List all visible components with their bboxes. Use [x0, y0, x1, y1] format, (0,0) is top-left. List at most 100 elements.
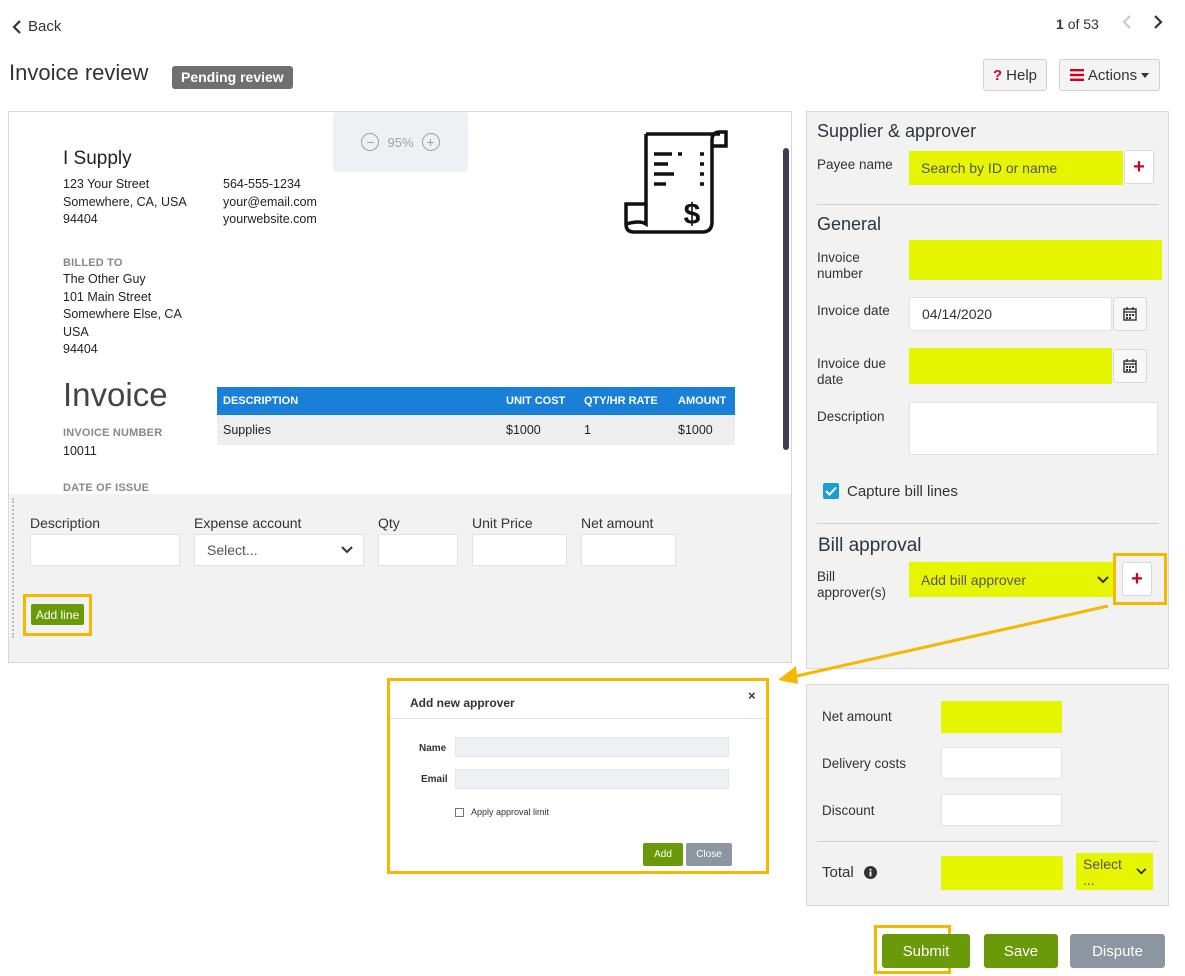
billed-to-label: BILLED TO: [63, 257, 123, 269]
discount-label: Discount: [822, 803, 875, 818]
bill-approver-select[interactable]: Add bill approver: [909, 562, 1115, 597]
net-amount-column-label: Net amount: [581, 515, 654, 531]
bill-approver-placeholder: Add bill approver: [921, 571, 1027, 588]
menu-icon: [1069, 69, 1084, 81]
add-approver-button[interactable]: +: [1122, 562, 1152, 596]
net-amount-label: Net amount: [822, 709, 892, 724]
line-unit-price-input[interactable]: [472, 534, 567, 566]
bill-approval-section-title: Bill approval: [818, 535, 922, 556]
question-icon: ?: [992, 66, 1003, 84]
invoice-date-input[interactable]: 04/14/2020: [909, 297, 1112, 331]
resize-handle[interactable]: [12, 498, 18, 638]
supplier-contact: 564-555-1234 your@email.com yourwebsite.…: [223, 177, 317, 226]
divider: [817, 204, 1158, 205]
net-amount-input[interactable]: [941, 701, 1062, 733]
receipt-icon: $: [624, 130, 728, 234]
invoice-number-input[interactable]: [909, 240, 1162, 280]
page-title: Invoice review: [9, 60, 149, 85]
zoom-level: 95%: [387, 134, 414, 150]
approver-name-input[interactable]: [455, 737, 729, 757]
invoice-number-label: INVOICE NUMBER: [63, 427, 163, 439]
bill-approvers-label: Bill approver(s): [817, 569, 887, 600]
help-label: Help: [1006, 66, 1038, 84]
plus-icon: +: [1131, 567, 1143, 590]
total-label-group: Total: [822, 864, 877, 881]
back-link[interactable]: Back: [12, 18, 61, 35]
modal-close-button[interactable]: Close: [686, 843, 732, 866]
invoice-due-date-input[interactable]: [909, 348, 1112, 384]
capture-lines-checkbox[interactable]: [823, 483, 839, 499]
calendar-icon: [1123, 359, 1137, 373]
expense-account-select[interactable]: Select...: [194, 534, 364, 566]
modal-add-button[interactable]: Add: [643, 843, 683, 866]
description-textarea[interactable]: [909, 402, 1158, 455]
zoom-control: − 95% +: [333, 112, 468, 172]
plus-icon: +: [1133, 155, 1145, 178]
actions-label: Actions: [1087, 66, 1138, 84]
caret-down-icon: [1141, 72, 1150, 78]
table-header: UNIT COST: [500, 387, 578, 415]
pager-prev-button[interactable]: [1122, 14, 1132, 35]
total-input[interactable]: [941, 856, 1063, 890]
due-date-picker-button[interactable]: [1113, 349, 1147, 383]
add-line-button[interactable]: Add line: [31, 604, 84, 625]
date-of-issue-label: DATE OF ISSUE: [63, 482, 150, 494]
actions-button[interactable]: Actions: [1059, 59, 1160, 91]
delivery-costs-label: Delivery costs: [822, 756, 907, 771]
viewer-scrollbar[interactable]: [783, 148, 789, 450]
table-cell: Supplies: [217, 415, 500, 445]
approver-email-input[interactable]: [455, 769, 729, 789]
chevron-down-icon: [1136, 868, 1147, 875]
table-cell: 1: [578, 415, 672, 445]
expense-account-placeholder: Select...: [207, 542, 258, 558]
supplier-address: 123 Your Street Somewhere, CA, USA 94404: [63, 177, 187, 226]
discount-input[interactable]: [941, 794, 1062, 826]
expense-account-column-label: Expense account: [194, 515, 302, 531]
back-label: Back: [28, 18, 62, 35]
close-icon[interactable]: ×: [748, 688, 756, 703]
chevron-left-icon: [12, 19, 21, 34]
help-button[interactable]: ? Help: [983, 59, 1047, 91]
capture-lines-label: Capture bill lines: [847, 483, 958, 500]
total-label: Total: [822, 864, 854, 881]
invoice-due-date-label: Invoice due date: [817, 356, 887, 387]
line-description-input[interactable]: [30, 534, 180, 566]
zoom-out-button[interactable]: −: [361, 133, 380, 151]
chevron-down-icon: [1097, 575, 1109, 583]
checkmark-icon: [825, 486, 837, 496]
description-field-label: Description: [817, 409, 885, 424]
pager-next-button[interactable]: [1153, 14, 1163, 35]
zoom-in-button[interactable]: +: [421, 133, 440, 151]
chevron-right-icon: [1154, 15, 1163, 29]
submit-button[interactable]: Submit: [882, 934, 970, 968]
dispute-button[interactable]: Dispute: [1070, 934, 1165, 968]
info-icon[interactable]: [863, 866, 877, 879]
table-row: Supplies $1000 1 $1000: [217, 415, 735, 445]
delivery-costs-input[interactable]: [941, 747, 1062, 779]
supplier-name: I Supply: [63, 148, 132, 169]
currency-select[interactable]: Select ...: [1076, 853, 1153, 890]
invoice-line-table: DESCRIPTION UNIT COST QTY/HR RATE AMOUNT…: [217, 387, 735, 445]
approver-name-label: Name: [419, 743, 447, 754]
line-net-amount-input[interactable]: [581, 534, 676, 566]
modal-title: Add new approver: [410, 696, 515, 710]
table-cell: $1000: [500, 415, 578, 445]
save-button[interactable]: Save: [984, 934, 1058, 968]
unit-price-column-label: Unit Price: [472, 515, 533, 531]
supplier-section-title: Supplier & approver: [817, 121, 977, 141]
callout-arrow: [778, 604, 1109, 684]
line-qty-input[interactable]: [378, 534, 458, 566]
qty-column-label: Qty: [378, 515, 400, 531]
payee-search-input[interactable]: Search by ID or name: [909, 151, 1123, 185]
approval-limit-checkbox[interactable]: [455, 808, 464, 817]
invoice-number-value: 10011: [63, 444, 97, 458]
pager-indicator: 1 of 53: [1056, 16, 1099, 32]
invoice-heading: Invoice: [63, 376, 168, 413]
svg-text:$: $: [684, 198, 701, 231]
description-column-label: Description: [30, 515, 101, 531]
approval-limit-label: Apply approval limit: [471, 807, 550, 817]
general-section-title: General: [817, 214, 882, 234]
bill-lines-panel: [8, 494, 792, 663]
add-payee-button[interactable]: +: [1124, 150, 1154, 184]
invoice-date-picker-button[interactable]: [1113, 297, 1147, 331]
